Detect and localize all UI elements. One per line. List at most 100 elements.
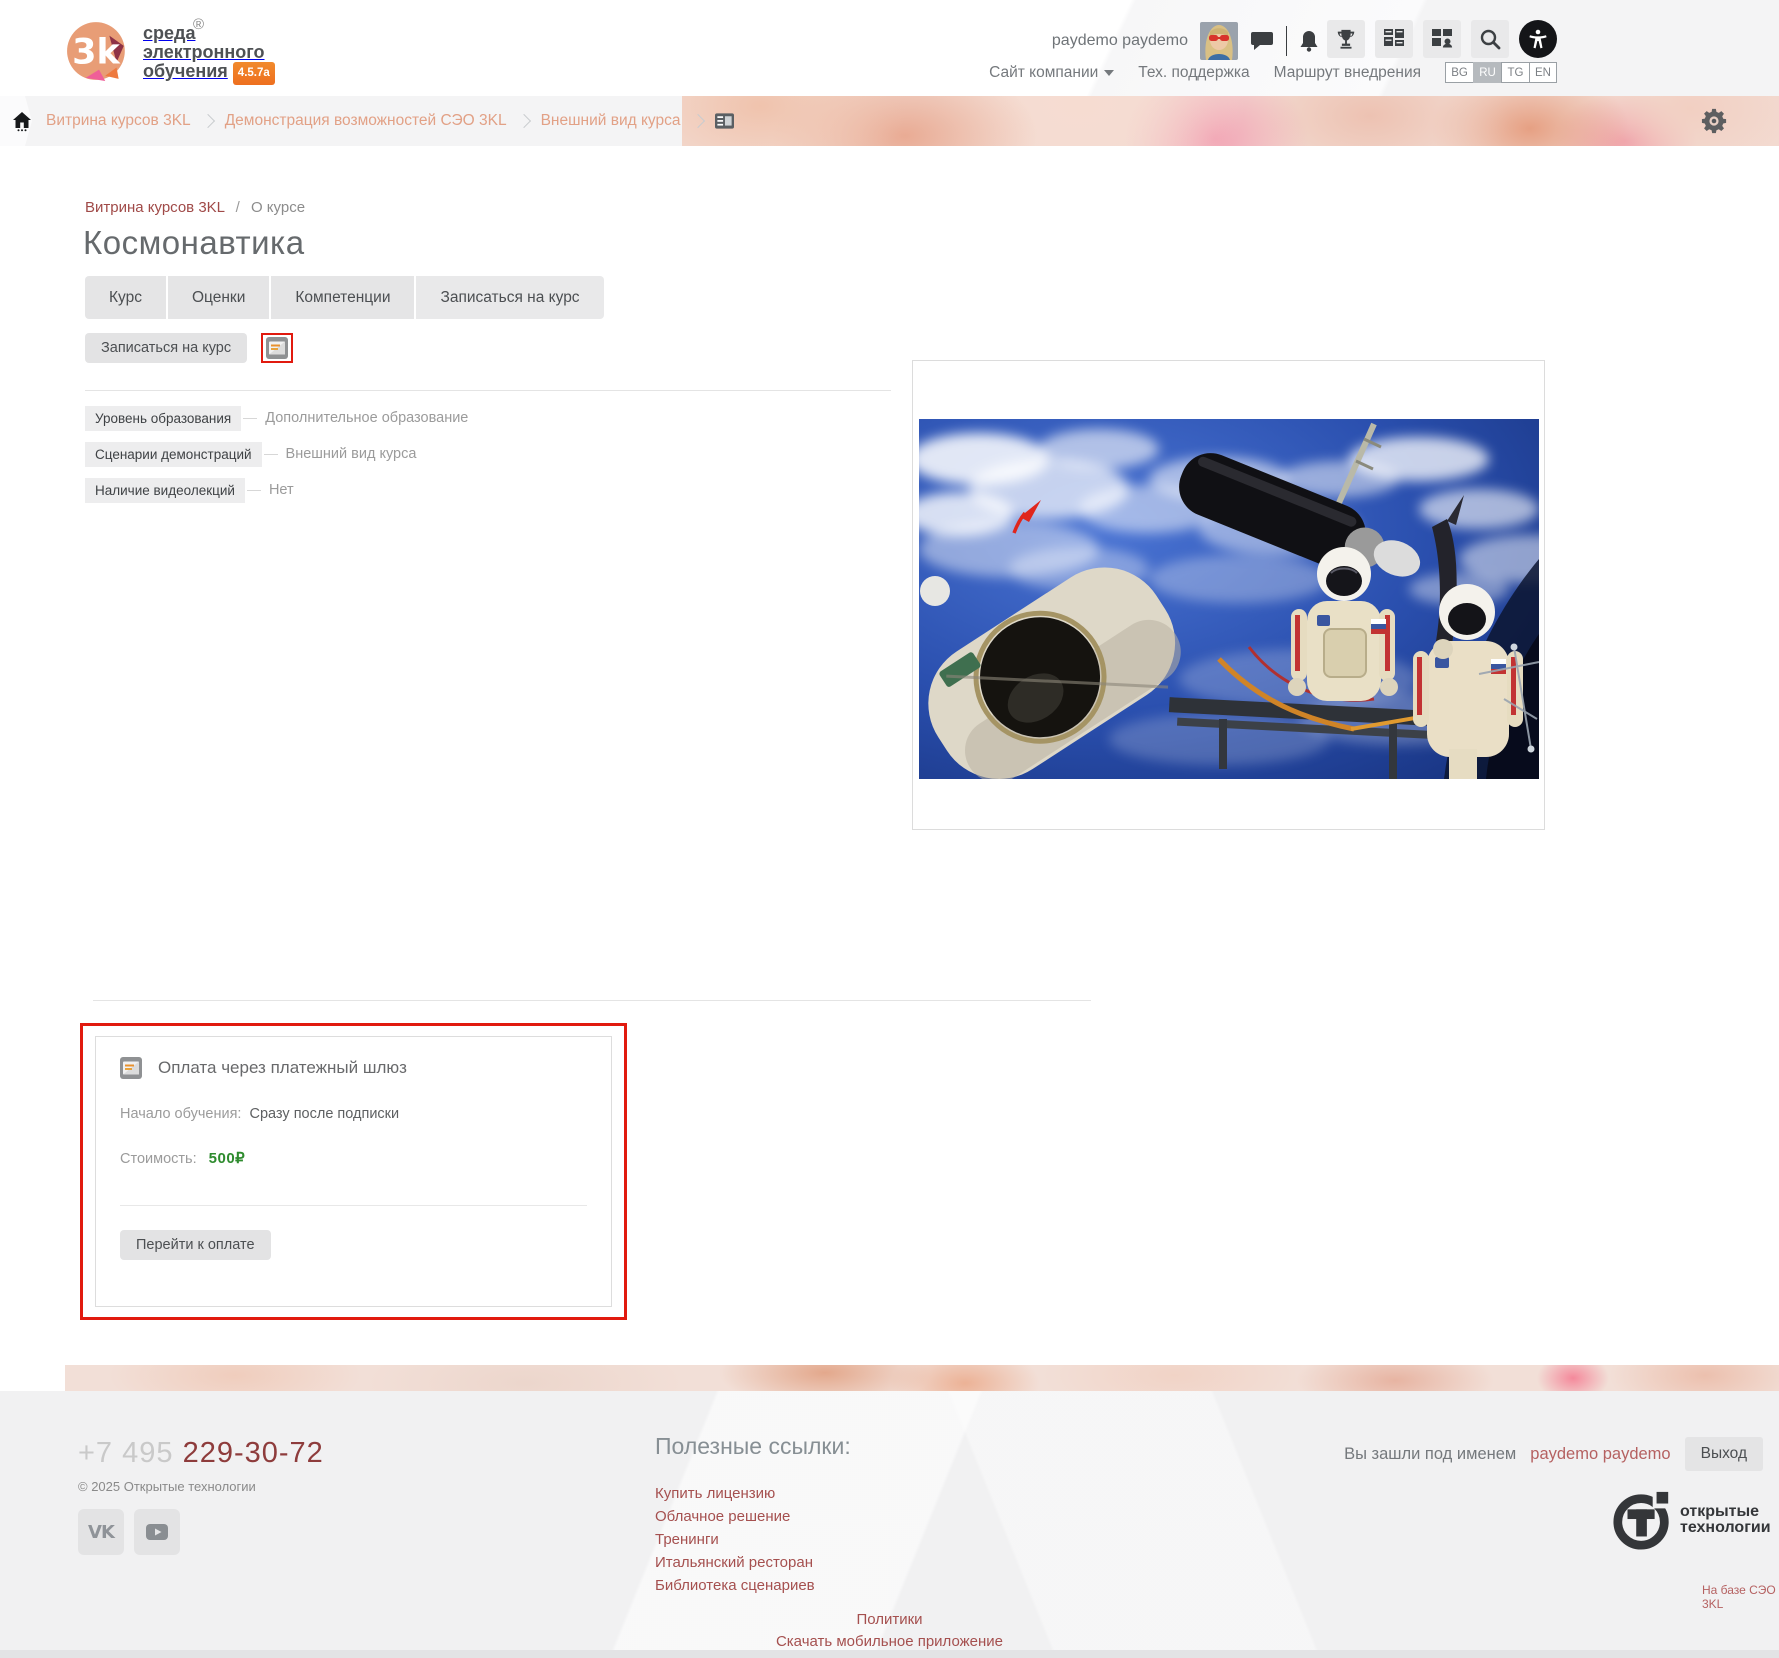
detail-row: Наличие видеолекций Нет — [85, 477, 468, 503]
course-details: Уровень образования Дополнительное образ… — [85, 405, 468, 513]
language-switcher: BG RU TG EN — [1445, 62, 1557, 83]
link-italian-restaurant[interactable]: Итальянский ресторан — [655, 1551, 851, 1574]
decorative-band — [65, 1365, 1779, 1391]
header-nav: Сайт компании Тех. поддержка Маршрут вне… — [989, 62, 1557, 83]
breadcrumb-item-showcase[interactable]: Витрина курсов 3KL — [46, 112, 191, 130]
mobile-app-row: Скачать мобильное приложение — [0, 1633, 1779, 1651]
breadcrumb-area: Витрина курсов 3KL Демонстрация возможно… — [0, 96, 682, 146]
divider — [120, 1205, 587, 1206]
mobile-app-link[interactable]: Скачать мобильное приложение — [776, 1633, 1003, 1650]
tab-course[interactable]: Курс — [85, 276, 166, 319]
search-button[interactable] — [1471, 20, 1509, 58]
payment-gateway-icon[interactable] — [266, 337, 288, 359]
home-icon — [12, 111, 32, 132]
divider — [93, 1000, 1091, 1001]
open-technologies-brand: открытые технологии — [1612, 1489, 1771, 1551]
enrol-row: Записаться на курс — [85, 333, 293, 363]
lang-tg-button[interactable]: TG — [1501, 62, 1529, 83]
tab-enrol[interactable]: Записаться на курс — [416, 276, 603, 319]
version-badge: 4.5.7a — [233, 62, 275, 85]
dash — [264, 454, 278, 455]
breadcrumb-bar: Витрина курсов 3KL Демонстрация возможно… — [0, 96, 1779, 146]
page-breadcrumb-current: О курсе — [251, 199, 305, 216]
youtube-button[interactable] — [134, 1509, 180, 1555]
enrol-button[interactable]: Записаться на курс — [85, 333, 247, 363]
messages-button[interactable] — [1250, 30, 1274, 52]
accessibility-icon — [1526, 27, 1550, 51]
divider — [1286, 26, 1287, 56]
logged-in-text: Вы зашли под именем — [1344, 1445, 1516, 1464]
chevron-right-icon — [690, 114, 704, 128]
logout-button[interactable]: Выход — [1685, 1437, 1763, 1471]
implementation-route-link[interactable]: Маршрут внедрения — [1274, 64, 1421, 82]
useful-links: Полезные ссылки: Купить лицензию Облачно… — [655, 1433, 851, 1597]
tab-grades[interactable]: Оценки — [168, 276, 269, 319]
youtube-icon — [146, 1524, 168, 1540]
tab-competencies[interactable]: Компетенции — [271, 276, 414, 319]
settings-gear-button[interactable] — [1701, 108, 1727, 137]
footer-phone: +7 495 229-30-72 — [78, 1437, 324, 1470]
vk-button[interactable]: VK — [78, 1509, 124, 1555]
breadcrumb-item-demo[interactable]: Демонстрация возможностей СЭО 3KL — [225, 112, 507, 130]
detail-row: Сценарии демонстраций Внешний вид курса — [85, 441, 468, 467]
copyright: © 2025 Открытые технологии — [78, 1479, 256, 1494]
link-cloud-solution[interactable]: Облачное решение — [655, 1505, 851, 1528]
policies-link[interactable]: Политики — [856, 1611, 922, 1628]
svg-text:3k: 3k — [72, 31, 120, 72]
logo-link[interactable]: 3k ® среда электронного обучения4.5.7a — [65, 6, 275, 85]
annotation-box-payment-icon — [261, 333, 293, 363]
gear-icon — [1701, 108, 1727, 134]
phone-number-link[interactable]: 229-30-72 — [183, 1437, 324, 1469]
powered-by-link[interactable]: На базе СЭО 3KL — [1702, 1583, 1779, 1611]
cost-value: 500₽ — [209, 1150, 246, 1167]
social-buttons: VK — [78, 1509, 180, 1555]
link-buy-license[interactable]: Купить лицензию — [655, 1482, 851, 1505]
link-trainings[interactable]: Тренинги — [655, 1528, 851, 1551]
open-technologies-logo-icon — [1612, 1489, 1674, 1551]
page-breadcrumb-showcase-link[interactable]: Витрина курсов 3KL — [85, 199, 224, 216]
course-image-panel — [912, 360, 1545, 830]
dash — [247, 490, 261, 491]
user-name-link[interactable]: paydemo paydemo — [1052, 32, 1188, 50]
blocks-button[interactable] — [1375, 20, 1413, 58]
detail-label: Уровень образования — [85, 406, 241, 431]
detail-value: Внешний вид курса — [286, 446, 417, 462]
company-site-link[interactable]: Сайт компании — [989, 64, 1114, 82]
chevron-down-icon — [1104, 70, 1114, 76]
achievements-button[interactable] — [1327, 20, 1365, 58]
payment-title: Оплата через платежный шлюз — [158, 1058, 407, 1078]
lang-bg-button[interactable]: BG — [1445, 62, 1473, 83]
pay-button[interactable]: Перейти к оплате — [120, 1230, 271, 1260]
chevron-right-icon — [517, 114, 531, 128]
3kl-logo-icon: 3k — [65, 17, 131, 83]
header-quick-icons — [1327, 20, 1557, 58]
dash — [243, 418, 257, 419]
course-tabs: Курс Оценки Компетенции Записаться на ку… — [85, 276, 604, 319]
tech-support-link[interactable]: Тех. поддержка — [1138, 64, 1249, 82]
bottom-strip — [0, 1650, 1779, 1658]
lang-ru-button[interactable]: RU — [1473, 62, 1501, 83]
vk-icon: VK — [88, 1522, 114, 1543]
detail-value: Дополнительное образование — [265, 410, 468, 426]
breadcrumb-home[interactable] — [0, 96, 32, 146]
link-scenario-library[interactable]: Библиотека сценариев — [655, 1574, 851, 1597]
lang-en-button[interactable]: EN — [1529, 62, 1557, 83]
detail-row: Уровень образования Дополнительное образ… — [85, 405, 468, 431]
page: 3k ® среда электронного обучения4.5.7a p… — [0, 0, 1779, 1658]
notifications-button[interactable] — [1299, 30, 1319, 52]
logged-in-user-link[interactable]: paydemo paydemo — [1530, 1445, 1670, 1464]
breadcrumb-item-course-view[interactable]: Внешний вид курса — [541, 112, 681, 130]
accessibility-button[interactable] — [1519, 20, 1557, 58]
payment-card: Оплата через платежный шлюз Начало обуче… — [95, 1036, 612, 1307]
search-icon — [1479, 28, 1501, 50]
start-value: Сразу после подписки — [250, 1106, 400, 1122]
profile-blocks-button[interactable] — [1423, 20, 1461, 58]
chat-icon — [1250, 30, 1274, 52]
useful-links-title: Полезные ссылки: — [655, 1433, 851, 1460]
login-info: Вы зашли под именем paydemo paydemo Выхо… — [1344, 1437, 1763, 1471]
start-label: Начало обучения: — [120, 1106, 241, 1122]
page-title: Космонавтика — [83, 224, 305, 262]
divider — [85, 390, 891, 391]
avatar[interactable] — [1200, 22, 1238, 60]
logo-text: среда электронного обучения4.5.7a — [143, 24, 275, 85]
